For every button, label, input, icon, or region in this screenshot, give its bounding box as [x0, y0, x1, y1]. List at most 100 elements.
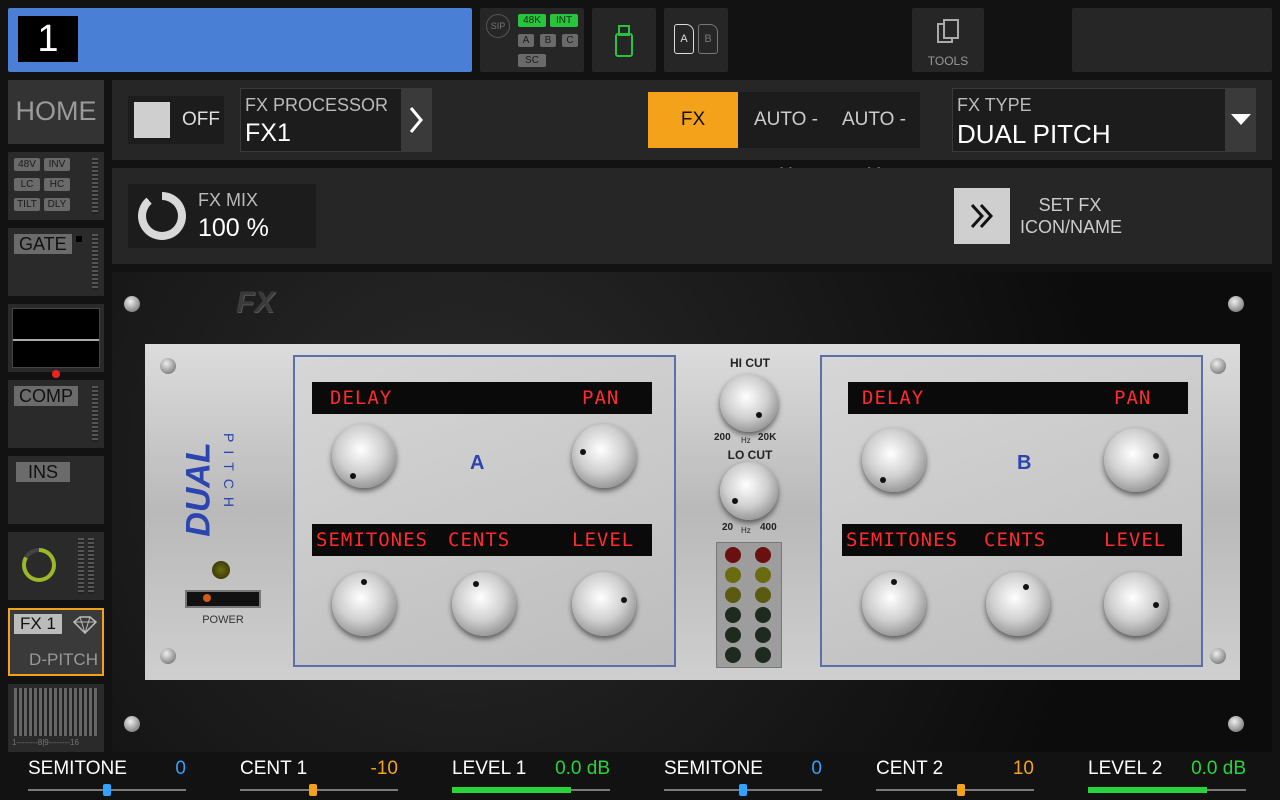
rack-screw	[1228, 296, 1244, 312]
fx-type-dropdown-button[interactable]	[1225, 89, 1256, 151]
slider-track[interactable]	[664, 784, 822, 796]
locut-max: 400	[760, 522, 777, 533]
bus-meters	[14, 688, 98, 736]
slider-thumb[interactable]	[103, 784, 111, 796]
eq-section[interactable]	[8, 304, 104, 378]
slider-track[interactable]	[240, 784, 398, 796]
level-a-knob[interactable]	[572, 572, 636, 636]
locut-knob[interactable]	[720, 462, 778, 520]
level-b-knob[interactable]	[1104, 572, 1168, 636]
fx-mix-knob[interactable]	[138, 192, 186, 240]
meter-led	[725, 547, 741, 563]
parameter-slider[interactable]: SEMITONE 0	[28, 756, 186, 796]
dly-badge: DLY	[44, 198, 70, 211]
set-fx-icon-button[interactable]	[954, 188, 1010, 244]
parameter-slider[interactable]: LEVEL 1 0.0 dB	[452, 756, 610, 796]
preamp-section[interactable]: 48V INV LC HC TILT DLY	[8, 152, 104, 220]
sync-status-panel[interactable]: SIP 48K INT A B C SC	[480, 8, 584, 72]
slider-track[interactable]	[452, 787, 610, 793]
slider-thumb[interactable]	[957, 784, 965, 796]
send-section[interactable]	[8, 532, 104, 600]
pan-a-knob[interactable]	[572, 424, 636, 488]
slider-track[interactable]	[1088, 787, 1246, 793]
fx1-slot-selected[interactable]: FX 1 D-PITCH	[8, 608, 104, 676]
rack-screw	[1228, 716, 1244, 732]
scene-display[interactable]	[1072, 8, 1272, 72]
fx-processor-next-button[interactable]	[401, 89, 432, 151]
fx-type-dropdown[interactable]: FX TYPE DUAL PITCH	[952, 88, 1256, 152]
parameter-slider[interactable]: SEMITONE 0	[664, 756, 822, 796]
home-button[interactable]: HOME	[8, 80, 104, 144]
bus-meter-section[interactable]: 1--------8|9--------16	[8, 684, 104, 752]
fx-type-value: DUAL PITCH	[957, 119, 1111, 149]
cents-b-knob[interactable]	[986, 572, 1050, 636]
fx-mix-knob-center	[146, 200, 178, 232]
lcd-a-cents: CENTS	[448, 529, 511, 551]
slider-track[interactable]	[28, 784, 186, 796]
send-level-knob[interactable]	[16, 542, 62, 588]
gate-meter	[92, 234, 98, 290]
eq-curve-display	[12, 308, 100, 368]
semitones-b-knob[interactable]	[862, 572, 926, 636]
hicut-knob[interactable]	[720, 374, 778, 432]
comp-section[interactable]: COMP	[8, 380, 104, 448]
lcd-b-pan: PAN	[1114, 387, 1152, 409]
insert-section[interactable]: INS	[8, 456, 104, 524]
input-b-badge: B	[540, 34, 556, 47]
delay-b-knob[interactable]	[862, 428, 926, 492]
tools-label: TOOLS	[927, 54, 969, 68]
slider-thumb[interactable]	[309, 784, 317, 796]
slider-fill	[452, 787, 571, 793]
send-meter-left	[78, 538, 84, 594]
slider-track[interactable]	[876, 784, 1034, 796]
parameter-slider[interactable]: CENT 2 10	[876, 756, 1034, 796]
fx-processor-select[interactable]: FX PROCESSOR FX1	[240, 88, 432, 152]
slider-thumb[interactable]	[739, 784, 747, 796]
tools-button[interactable]: TOOLS	[912, 8, 984, 72]
hicut-label: HI CUT	[730, 356, 770, 370]
tab-auto-x[interactable]: AUTO - X	[746, 92, 826, 186]
slider-label: CENT 1	[240, 758, 308, 779]
slider-label: LEVEL 1	[452, 758, 527, 779]
pan-b-knob[interactable]	[1104, 428, 1168, 492]
gate-section[interactable]: GATE	[8, 228, 104, 296]
meter-led	[725, 647, 741, 663]
fx-mix-label: FX MIX	[198, 190, 259, 210]
parameter-slider[interactable]: LEVEL 2 0.0 dB	[1088, 756, 1246, 796]
meter-led	[725, 607, 741, 623]
lcd-b-cents: CENTS	[984, 529, 1047, 551]
ins-label: INS	[16, 462, 70, 482]
double-chevron-right-icon	[970, 203, 994, 229]
fx-badge: FX	[236, 286, 275, 319]
slider-value: 0	[175, 758, 186, 779]
comp-label: COMP	[14, 386, 78, 406]
set-fx-label-line1: SET FX	[1038, 195, 1102, 215]
channel-select-button[interactable]: 1	[8, 8, 472, 72]
clock-source-badge: INT	[550, 14, 578, 27]
hc-badge: HC	[44, 178, 70, 191]
delay-a-knob[interactable]	[332, 424, 396, 488]
locut-label: LO CUT	[727, 448, 773, 462]
fx-power-toggle[interactable]: OFF	[128, 96, 224, 144]
card-select-button[interactable]: A B	[664, 8, 728, 72]
gate-label: GATE	[14, 234, 72, 254]
usb-button[interactable]	[592, 8, 656, 72]
preamp-meter	[92, 158, 98, 214]
semitones-a-knob[interactable]	[332, 572, 396, 636]
slider-value: 0	[811, 758, 822, 779]
meter-led	[755, 547, 771, 563]
sample-rate-badge: 48K	[518, 14, 546, 27]
bus-meter-scale: 1--------8|9--------16	[12, 738, 79, 747]
triangle-down-icon	[1231, 114, 1251, 125]
parameter-slider[interactable]: CENT 1 -10	[240, 756, 398, 796]
dual-pitch-logo: DUAL PITCH	[178, 430, 258, 540]
fx-mode-tabs: FX AUTO - X AUTO - Y	[648, 92, 920, 186]
lc-badge: LC	[14, 178, 40, 191]
cents-a-knob[interactable]	[452, 572, 516, 636]
lcd-b-bottom: SEMITONES CENTS LEVEL	[842, 524, 1182, 556]
power-switch[interactable]	[185, 590, 261, 608]
tab-fx[interactable]: FX	[648, 92, 738, 148]
tab-auto-y[interactable]: AUTO - Y	[834, 92, 914, 186]
channel-b-label: B	[1017, 452, 1032, 474]
fx-mix-control[interactable]: FX MIX 100 %	[128, 184, 316, 248]
